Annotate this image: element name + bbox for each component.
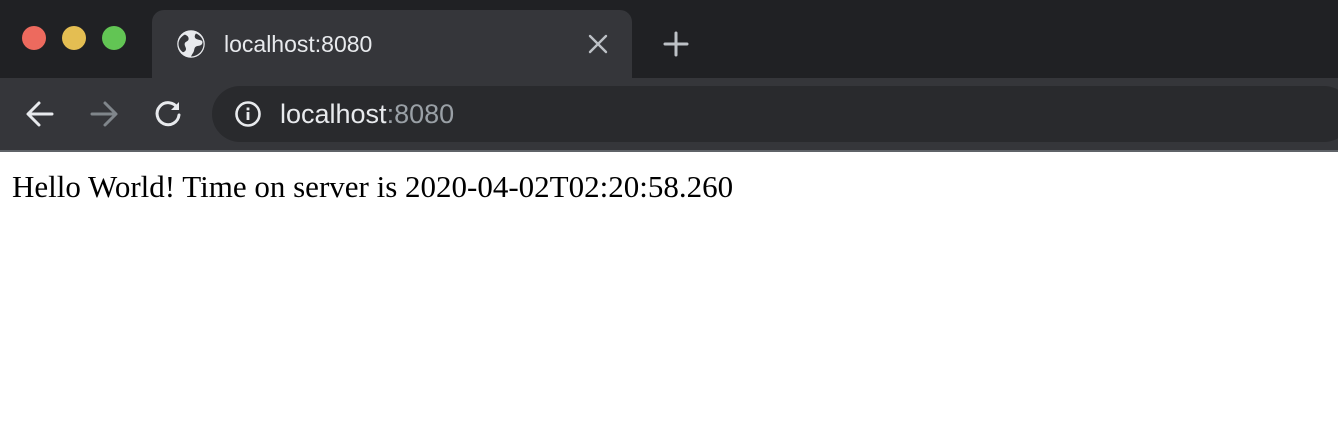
tab-strip: localhost:8080 bbox=[0, 0, 1338, 78]
arrow-right-icon bbox=[90, 101, 118, 127]
toolbar: localhost:8080 bbox=[0, 78, 1338, 150]
window-minimize-button[interactable] bbox=[62, 26, 86, 50]
window-close-button[interactable] bbox=[22, 26, 46, 50]
globe-icon bbox=[176, 29, 206, 59]
page-content: Hello World! Time on server is 2020-04-0… bbox=[0, 152, 1338, 428]
reload-button[interactable] bbox=[152, 98, 184, 130]
back-button[interactable] bbox=[24, 98, 56, 130]
new-tab-button[interactable] bbox=[660, 28, 692, 60]
tab-localhost[interactable]: localhost:8080 bbox=[152, 10, 632, 78]
url-port: :8080 bbox=[386, 99, 455, 129]
info-icon[interactable] bbox=[234, 100, 262, 128]
close-tab-icon[interactable] bbox=[586, 32, 610, 56]
tab-title: localhost:8080 bbox=[224, 31, 373, 57]
reload-icon bbox=[155, 101, 181, 127]
browser-window: localhost:8080 localhost:8080 Hello Worl… bbox=[0, 0, 1338, 428]
address-bar[interactable]: localhost:8080 bbox=[212, 86, 1338, 142]
url-text[interactable]: localhost:8080 bbox=[280, 99, 454, 129]
arrow-left-icon bbox=[26, 101, 54, 127]
server-time-message: Hello World! Time on server is 2020-04-0… bbox=[12, 169, 734, 204]
window-maximize-button[interactable] bbox=[102, 26, 126, 50]
url-host: localhost bbox=[280, 99, 387, 129]
forward-button[interactable] bbox=[88, 98, 120, 130]
